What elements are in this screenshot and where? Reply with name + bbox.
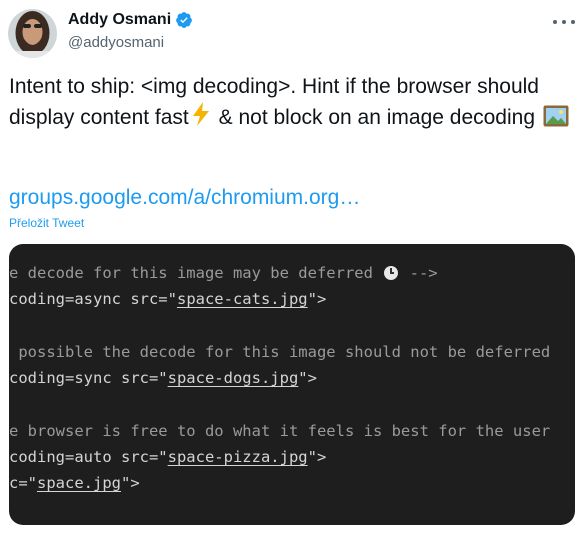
code-filename: space-dogs.jpg — [167, 369, 299, 387]
dot — [553, 20, 557, 24]
code-filename: space.jpg — [37, 474, 121, 492]
dot — [562, 20, 566, 24]
tweet-text-part2: & not block on an image decoding — [212, 106, 541, 129]
code-filename: space-pizza.jpg — [167, 448, 308, 466]
code-text: c=" — [9, 474, 37, 492]
code-line-4: coding=sync src="space-dogs.jpg"> — [9, 369, 317, 387]
avatar-image — [8, 9, 57, 58]
code-text: coding=async src=" — [9, 290, 177, 308]
code-line-5: e browser is free to do what it feels is… — [9, 422, 550, 440]
author-name[interactable]: Addy Osmani — [68, 11, 171, 29]
code-text: "> — [121, 474, 140, 492]
dot — [571, 20, 575, 24]
author-handle[interactable]: @addyosmani — [68, 34, 164, 51]
code-text: coding=auto src=" — [9, 448, 168, 466]
more-options-icon[interactable] — [553, 18, 575, 26]
lightning-emoji-icon — [192, 102, 209, 126]
translate-tweet-link[interactable]: Přeložit Tweet — [9, 216, 84, 230]
code-comment-end: --> — [400, 264, 438, 282]
code-text: "> — [298, 369, 317, 387]
code-line-3: possible the decode for this image shoul… — [9, 343, 550, 361]
code-image-card[interactable]: e decode for this image may be deferred … — [9, 244, 575, 525]
code-line-1: e decode for this image may be deferred … — [9, 264, 438, 282]
code-text: "> — [307, 448, 327, 466]
code-line-7: c="space.jpg"> — [9, 474, 140, 492]
verified-badge-icon — [176, 12, 193, 28]
framed-picture-emoji-icon — [543, 105, 569, 127]
code-text: coding=sync src=" — [9, 369, 168, 387]
code-comment: e browser is free to do what it feels is… — [9, 422, 551, 440]
tweet-text: Intent to ship: <img decoding>. Hint if … — [9, 73, 575, 132]
code-comment: e decode for this image may be deferred — [9, 264, 383, 282]
code-line-6: coding=auto src="space-pizza.jpg"> — [9, 448, 326, 466]
code-filename: space-cats.jpg — [176, 290, 308, 308]
code-line-2: coding=async src="space-cats.jpg"> — [9, 290, 326, 308]
avatar[interactable] — [8, 9, 57, 58]
tweet-link[interactable]: groups.google.com/a/chromium.org… — [9, 186, 360, 210]
clock-emoji-icon — [384, 266, 399, 280]
code-comment: possible the decode for this image shoul… — [9, 343, 551, 361]
code-text: "> — [307, 290, 327, 308]
author-name-row[interactable]: Addy Osmani — [68, 11, 193, 29]
